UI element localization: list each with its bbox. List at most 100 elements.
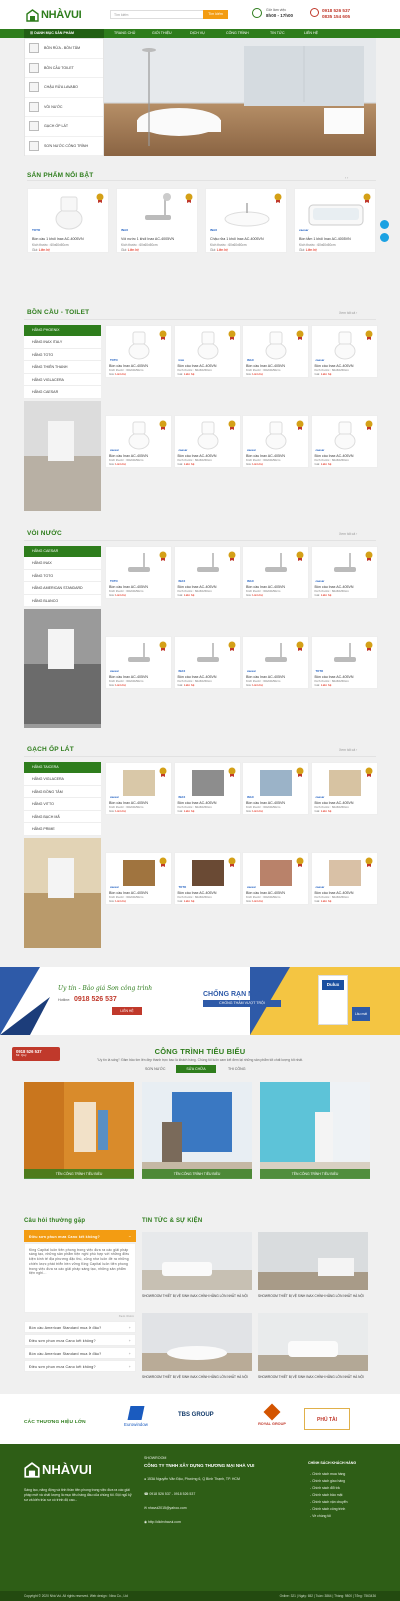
partner-logo-royal[interactable]: ROYAL GROUP xyxy=(246,1403,298,1434)
footer-phone[interactable]: ☎ 0918 526 537 - 0918 526 537 xyxy=(144,1492,195,1496)
nav-contact[interactable]: LIÊN HỆ xyxy=(304,29,318,38)
news-headline[interactable]: SHOWROOM THIẾT BỊ VỆ SINH INAX CHÍNH HÃN… xyxy=(142,1375,252,1379)
product-card[interactable]: caesar Bồn cầu Inax AC-405VN Kích thước : … xyxy=(105,762,172,815)
brand-filter-item[interactable]: HÃNG TAICERA xyxy=(24,762,101,773)
product-card[interactable]: TOTO Bồn cầu Inax AC-405VN Kích thước : 60… xyxy=(173,852,241,905)
product-card[interactable]: caesar Bồn cầu Inax AC-405VN Kích thước : … xyxy=(173,415,241,468)
news-item[interactable]: SHOWROOM THIẾT BỊ VỆ SINH INAX CHÍNH HÃN… xyxy=(142,1232,252,1299)
news-headline[interactable]: SHOWROOM THIẾT BỊ VỆ SINH INAX CHÍNH HÃN… xyxy=(258,1375,368,1379)
brand-filter-item[interactable]: HÃNG ĐỒNG TÂM xyxy=(24,785,101,798)
brand-filter-item[interactable]: HÃNG BẠCH MÃ xyxy=(24,810,101,823)
brand-filter-item[interactable]: HÃNG PHOENIX xyxy=(24,325,101,336)
product-card[interactable]: INAX Bồn cầu Inax AC-405VN Kích thước : 60… xyxy=(173,636,241,689)
policy-link[interactable]: - Về chúng tôi xyxy=(310,1513,348,1520)
brand-filter-item[interactable]: HÃNG AMERICAN STANDARD xyxy=(24,582,101,595)
product-card[interactable]: TOTO Bồn cầu Inax AC-405VN Kích thước : 60… xyxy=(105,546,172,599)
product-card[interactable]: TOTO Bồn cầu 1 khối Inax AC-4005VN Kích … xyxy=(27,188,109,254)
messenger-icon[interactable] xyxy=(380,220,389,229)
policy-link[interactable]: - Chính sách mua hàng xyxy=(310,1471,348,1478)
brand-filter-item[interactable]: HÃNG PRIME xyxy=(24,823,101,836)
sidebar-item-toilet[interactable]: BỒN CẦU TOILET xyxy=(25,59,103,78)
policy-link[interactable]: - Chính sách công trình xyxy=(310,1506,348,1513)
nav-about[interactable]: GIỚI THIỆU xyxy=(152,29,172,38)
search-button[interactable]: Tìm kiếm xyxy=(203,10,228,19)
footer-website[interactable]: ◉ http://dichvhavui.com xyxy=(144,1520,181,1524)
product-card[interactable]: caesar Bồn tắm 1 khối Inax AC-4005VN Kíc… xyxy=(294,188,376,254)
nav-news[interactable]: TIN TỨC xyxy=(270,29,285,38)
product-card[interactable]: INAX Bồn cầu Inax AC-405VN Kích thước : 60… xyxy=(242,762,309,815)
brand-filter-item[interactable]: HÃNG TOTO xyxy=(24,348,101,361)
nav-projects[interactable]: CÔNG TRÌNH xyxy=(226,29,249,38)
brand-filter-item[interactable]: HÃNG BLANCO xyxy=(24,594,101,607)
partner-logo-tbs[interactable]: TBS GROUP xyxy=(178,1408,230,1432)
product-card[interactable]: inax Bồn cầu Inax AC-405VN Kích thước : 60… xyxy=(173,325,241,378)
header-phones[interactable]: 0918 526 537 0835 154 605 xyxy=(322,8,350,20)
sidebar-item-bathtub[interactable]: BỒN RỬA - BỒN TẮM xyxy=(25,39,103,59)
product-name[interactable]: Vòi nước 1 khối Inax AC-4005VN xyxy=(117,237,197,241)
tab-repair[interactable]: SỬA CHỮA xyxy=(176,1065,216,1073)
faq-question[interactable]: Điều sơn phun mưa Cano kết không? + xyxy=(24,1334,136,1347)
project-card[interactable]: TÊN CÔNG TRÌNH TIÊU BIỂU xyxy=(24,1082,134,1180)
project-card[interactable]: TÊN CÔNG TRÌNH TIÊU BIỂU xyxy=(142,1082,252,1180)
search-box[interactable]: Tìm kiếm Tìm kiếm xyxy=(110,10,228,19)
product-card[interactable]: caesar Bồn cầu Inax AC-405VN Kích thước : … xyxy=(310,852,378,905)
brand-filter-item[interactable]: HÃNG VITTO xyxy=(24,798,101,811)
zalo-icon[interactable] xyxy=(380,233,389,242)
product-card[interactable]: TOTO Bồn cầu Inax AC-405VN Kích thước : 60… xyxy=(310,636,378,689)
product-name[interactable]: Bồn tắm 1 khối Inax AC-4005VN xyxy=(295,237,375,241)
hero-banner[interactable] xyxy=(104,38,376,156)
promo-hotline[interactable]: 0918 526 537 xyxy=(74,996,117,1005)
faq-question[interactable]: Bồn cầu American Standard mua ở đâu? + xyxy=(24,1321,136,1334)
product-card[interactable]: INAX Chậu rửa 1 khối Inax AC-4005VN Kích… xyxy=(205,188,287,254)
product-card[interactable]: INAX Vòi nước 1 khối Inax AC-4005VN Kích… xyxy=(116,188,198,254)
nav-home[interactable]: TRANG CHỦ xyxy=(114,29,135,38)
product-card[interactable]: caesar Bồn cầu Inax AC-405VN Kích thước : … xyxy=(310,762,378,815)
product-name[interactable]: Bồn cầu 1 khối Inax AC-4005VN xyxy=(28,237,108,241)
promo-contact-button[interactable]: LIÊN HỆ xyxy=(112,1007,142,1015)
category-menu-button[interactable]: ☰ DANH MỤC SẢN PHẨM xyxy=(24,29,104,38)
sidebar-item-faucet[interactable]: VÒI NƯỚC xyxy=(25,98,103,117)
tab-paint[interactable]: SƠN NƯỚC xyxy=(145,1067,165,1071)
tab-construction[interactable]: THI CÔNG xyxy=(228,1067,246,1071)
news-headline[interactable]: SHOWROOM THIẾT BỊ VỆ SINH INAX CHÍNH HÃN… xyxy=(258,1294,368,1298)
sidebar-item-lavabo[interactable]: CHẬU RỬA LAVABO xyxy=(25,78,103,98)
brand-filter-item[interactable]: HÃNG CAESAR xyxy=(24,546,101,557)
brand-filter-item[interactable]: HÃNG INAX ITALY xyxy=(24,336,101,349)
policy-link[interactable]: - Chính sách vận chuyển xyxy=(310,1499,348,1506)
section-viewall-link[interactable]: Xem tất cả › xyxy=(339,748,357,752)
news-headline[interactable]: SHOWROOM THIẾT BỊ VỆ SINH INAX CHÍNH HÃN… xyxy=(142,1294,252,1298)
product-card[interactable]: INAX Bồn cầu Inax AC-405VN Kích thước : 60… xyxy=(173,762,241,815)
product-card[interactable]: caesar Bồn cầu Inax AC-405VN Kích thước : … xyxy=(310,546,378,599)
footer-logo[interactable]: NHÀVUI xyxy=(24,1462,92,1478)
featured-prev-next[interactable]: ‹ › xyxy=(345,176,348,180)
product-card[interactable]: caesar Bồn cầu Inax AC-405VN Kích thước : … xyxy=(310,415,378,468)
partner-logo-eurowindow[interactable]: Eurowindow xyxy=(110,1406,162,1434)
faq-question[interactable]: Bồn cầu American Standard mua ở đâu? + xyxy=(24,1347,136,1360)
brand-filter-item[interactable]: HÃNG INAX xyxy=(24,557,101,570)
product-card[interactable]: caesar Bồn cầu Inax AC-405VN Kích thước : … xyxy=(105,415,172,468)
section-viewall-link[interactable]: Xem tất cả › xyxy=(339,311,357,315)
brand-filter-item[interactable]: HÃNG TOTO xyxy=(24,569,101,582)
nav-services[interactable]: DỊCH VỤ xyxy=(190,29,205,38)
partner-logo-phutai[interactable]: PHÚ TÀI xyxy=(304,1408,350,1430)
faq-question[interactable]: Điều sơn phun mưa Cano kết không? + xyxy=(24,1360,136,1373)
policy-link[interactable]: - Chính sách bảo mật xyxy=(310,1492,348,1499)
search-input[interactable]: Tìm kiếm xyxy=(114,13,128,17)
sidebar-item-tiles[interactable]: GẠCH ỐP LÁT xyxy=(25,117,103,137)
product-card[interactable]: caesar Bồn cầu Inax AC-405VN Kích thước : … xyxy=(242,852,309,905)
product-card[interactable]: INAX Bồn cầu Inax AC-405VN Kích thước : 60… xyxy=(242,546,309,599)
section-viewall-link[interactable]: Xem tất cả › xyxy=(339,532,357,536)
sidebar-item-paint[interactable]: SƠN NƯỚC CÔNG TRÌNH xyxy=(25,137,103,156)
product-card[interactable]: caesar Bồn cầu Inax AC-405VN Kích thước : … xyxy=(105,636,172,689)
faq-more-link[interactable]: Xem thêm xyxy=(26,1314,134,1319)
product-card[interactable]: INAX Bồn cầu Inax AC-405VN Kích thước : 60… xyxy=(242,325,309,378)
project-card[interactable]: TÊN CÔNG TRÌNH TIÊU BIỂU xyxy=(260,1082,370,1180)
brand-filter-item[interactable]: HÃNG VIGLACERA xyxy=(24,773,101,786)
site-logo[interactable]: NHÀVUI xyxy=(26,8,82,23)
product-card[interactable]: caesar Bồn cầu Inax AC-405VN Kích thước : … xyxy=(310,325,378,378)
promo-banner[interactable]: Uy tín - Bảo giá Sơn công trình Hotline:… xyxy=(0,967,400,1035)
product-card[interactable]: TOTO Bồn cầu Inax AC-405VN Kích thước : 60… xyxy=(105,325,172,378)
product-card[interactable]: caesar Bồn cầu Inax AC-405VN Kích thước : … xyxy=(105,852,172,905)
brand-filter-item[interactable]: HÃNG CAESAR xyxy=(24,386,101,399)
news-item[interactable]: SHOWROOM THIẾT BỊ VỆ SINH INAX CHÍNH HÃN… xyxy=(258,1232,368,1299)
